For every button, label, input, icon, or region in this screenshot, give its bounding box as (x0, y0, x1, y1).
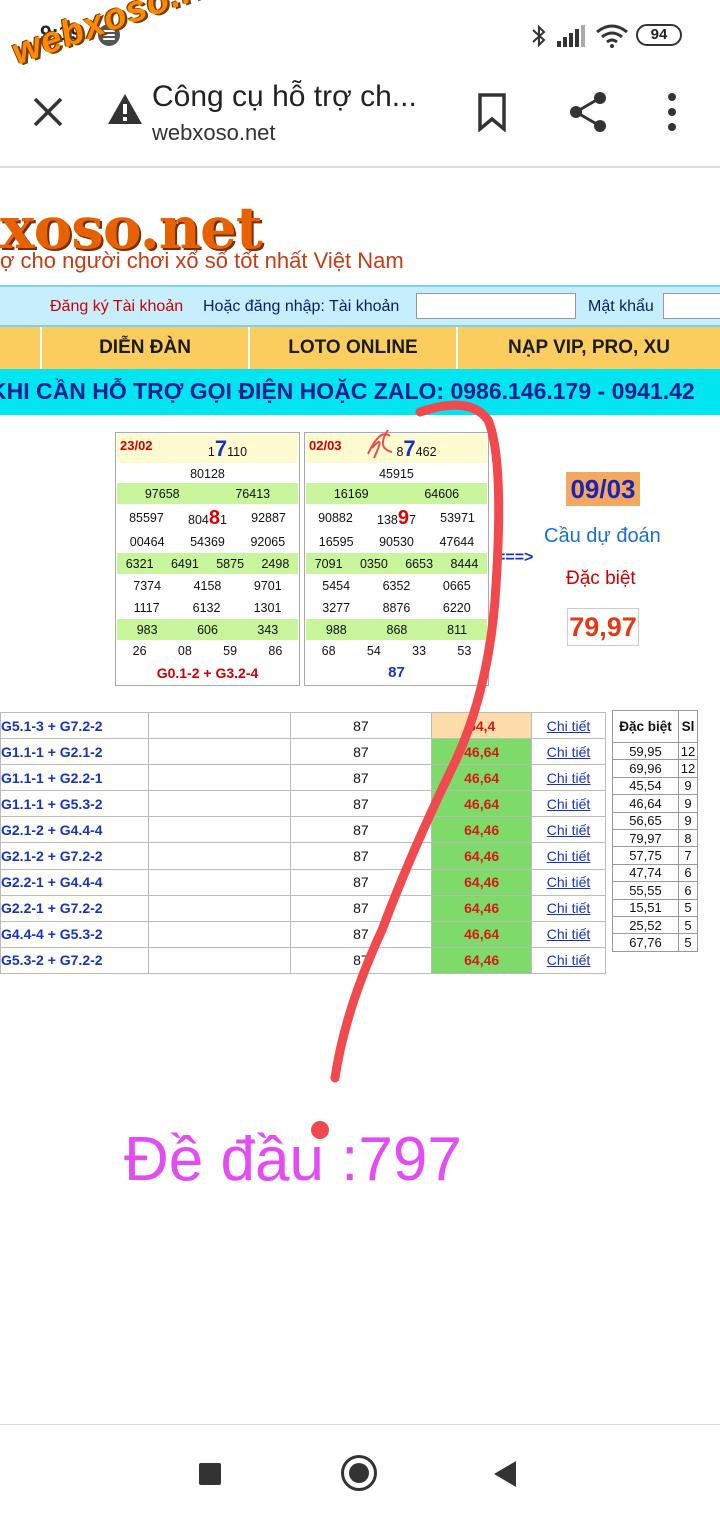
handwritten-stroke (311, 400, 504, 1139)
recents-button[interactable] (199, 1463, 221, 1485)
annotation-text: Đề đầu :797 (124, 1125, 462, 1194)
system-nav-bar (0, 1424, 720, 1520)
back-button[interactable] (494, 1461, 516, 1487)
home-button[interactable] (341, 1455, 377, 1491)
